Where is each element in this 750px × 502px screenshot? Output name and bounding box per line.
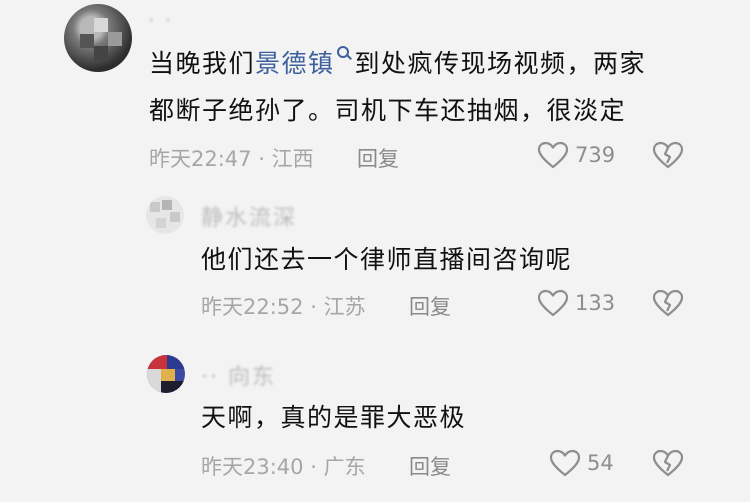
comment-location: 广东 [323, 455, 366, 479]
comment-meta: 昨天23:40 · 广东 [201, 451, 366, 481]
reply-button[interactable]: 回复 [409, 451, 451, 481]
heart-outline-icon [537, 141, 569, 169]
avatar[interactable] [147, 355, 185, 393]
comment-text: 他们还去一个律师直播间咨询呢 [201, 245, 573, 274]
username[interactable]: ·· 向东 [201, 359, 276, 391]
like-button[interactable]: 133 [537, 289, 615, 317]
comment-location: 江西 [271, 147, 314, 171]
comment-time: 昨天23:40 [201, 455, 304, 479]
comment-time: 昨天22:52 [201, 295, 304, 319]
username[interactable]: · · [148, 8, 173, 32]
keyword-link[interactable]: 景德镇 [255, 49, 335, 78]
comment-meta: 昨天22:47 · 江西 [149, 143, 314, 173]
comment-meta: 昨天22:52 · 江苏 [201, 291, 366, 321]
avatar[interactable] [64, 4, 132, 72]
reply-button[interactable]: 回复 [409, 291, 451, 321]
like-count: 739 [575, 143, 616, 167]
reply-button[interactable]: 回复 [357, 143, 399, 173]
like-count: 54 [587, 451, 614, 475]
like-count: 133 [575, 291, 616, 315]
broken-heart-icon[interactable] [652, 289, 684, 317]
comment-text: 当晚我们景德镇 到处疯传现场视频，两家 都断子绝孙了。司机下车还抽烟，很淡定 [149, 40, 646, 134]
comment-text-segment: 都断子绝孙了。司机下车还抽烟，很淡定 [149, 96, 627, 125]
meta-separator: · [258, 147, 265, 171]
comment-text-segment: 当晚我们 [149, 49, 256, 78]
comment-text-segment: 到处疯传现场视频，两家 [354, 49, 647, 78]
comment-text: 天啊，真的是罪大恶极 [201, 403, 467, 432]
comment-location: 江苏 [323, 295, 366, 319]
username[interactable]: 静水流深 [201, 200, 297, 232]
like-button[interactable]: 54 [549, 449, 614, 477]
avatar[interactable] [146, 196, 184, 234]
broken-heart-icon[interactable] [652, 141, 684, 169]
search-icon[interactable] [336, 46, 351, 68]
heart-outline-icon [537, 289, 569, 317]
broken-heart-icon[interactable] [652, 449, 684, 477]
comment-time: 昨天22:47 [149, 147, 252, 171]
meta-separator: · [310, 295, 317, 319]
meta-separator: · [310, 455, 317, 479]
like-button[interactable]: 739 [537, 141, 615, 169]
heart-outline-icon [549, 449, 581, 477]
